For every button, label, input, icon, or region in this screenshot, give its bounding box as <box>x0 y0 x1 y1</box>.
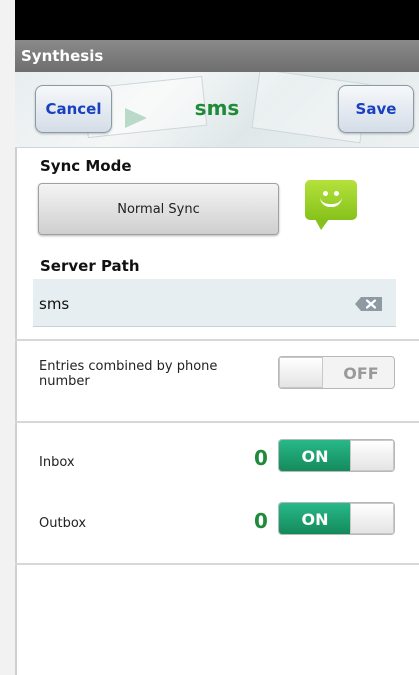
inbox-toggle[interactable]: ON <box>278 439 395 472</box>
outbox-label: Outbox <box>39 516 87 531</box>
sms-icon-eye <box>334 191 339 196</box>
toggle-state-label: ON <box>301 447 329 466</box>
app-title: Synthesis <box>21 47 104 65</box>
toggle-knob <box>350 503 394 534</box>
server-path-value: sms <box>39 295 70 313</box>
divider <box>15 339 419 341</box>
toggle-knob <box>350 440 394 471</box>
entries-combined-label: Entries combined by phone number <box>39 359 218 389</box>
clear-text-icon[interactable] <box>354 296 384 312</box>
sms-icon-eye <box>323 191 328 196</box>
server-path-label: Server Path <box>40 257 140 275</box>
header-bar: Cancel sms Save <box>15 72 419 148</box>
toggle-knob <box>279 357 323 388</box>
toggle-state-label: ON <box>301 510 329 529</box>
frame-edge <box>15 148 17 675</box>
save-button[interactable]: Save <box>338 85 414 133</box>
status-bar <box>15 0 419 40</box>
sync-mode-button-label: Normal Sync <box>117 201 200 217</box>
left-margin <box>0 0 15 675</box>
sms-icon-mouth <box>320 197 342 207</box>
outbox-count: 0 <box>254 509 268 533</box>
divider <box>15 421 419 423</box>
sms-smiley-icon <box>305 180 357 230</box>
outbox-toggle[interactable]: ON <box>278 502 395 535</box>
inbox-count: 0 <box>254 446 268 470</box>
sync-mode-label: Sync Mode <box>40 157 132 175</box>
inbox-label: Inbox <box>39 455 75 470</box>
app-title-bar: Synthesis <box>15 40 419 72</box>
server-path-input[interactable]: sms <box>33 279 396 327</box>
toggle-state-label: OFF <box>343 364 379 383</box>
entries-combined-toggle[interactable]: OFF <box>278 356 395 389</box>
divider <box>15 563 419 565</box>
sync-mode-button[interactable]: Normal Sync <box>38 183 279 235</box>
